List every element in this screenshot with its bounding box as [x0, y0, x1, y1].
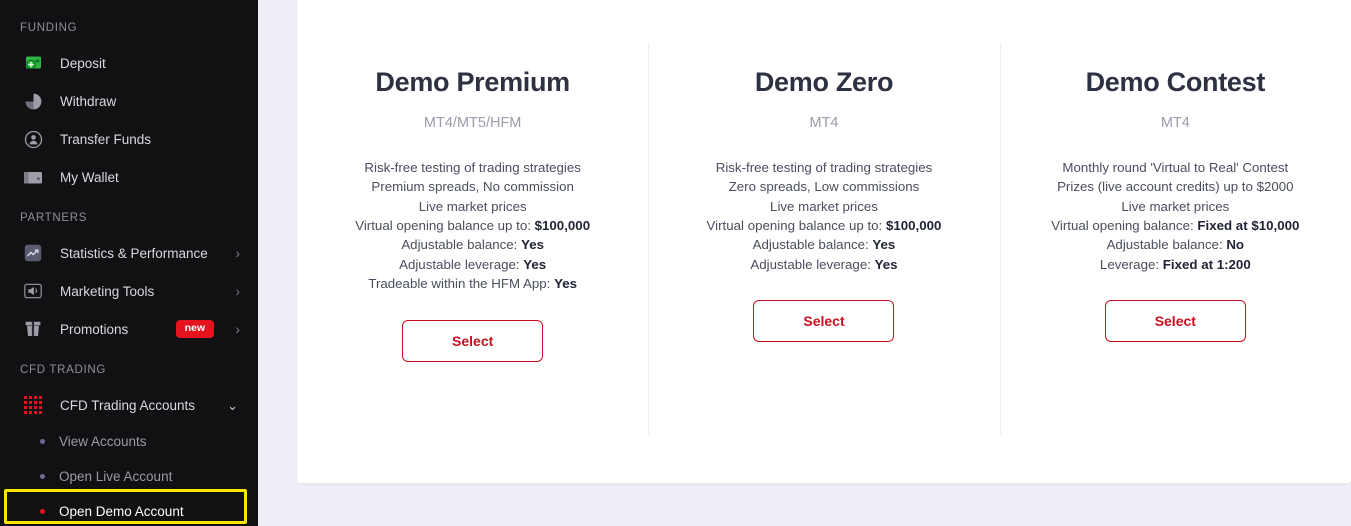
feature-item: Risk-free testing of trading strategies [364, 159, 581, 175]
feature-item: Virtual opening balance up to: $100,000 [355, 217, 591, 233]
select-button[interactable]: Select [402, 319, 544, 362]
sidebar-section-funding-label: FUNDING [20, 22, 78, 34]
gift-icon [20, 318, 46, 340]
sidebar-item-statistics-performance[interactable]: Statistics & Performance › [0, 234, 258, 272]
chevron-right-icon: › [235, 283, 240, 299]
sidebar-section-partners-label: PARTNERS [20, 212, 88, 224]
feature-item: Risk-free testing of trading strategies [715, 159, 933, 175]
feature-item: Prizes (live account credits) up to $200… [1057, 179, 1294, 195]
sidebar-item-label: Withdraw [60, 93, 117, 109]
statistics-icon [20, 242, 46, 264]
feature-item: Monthly round 'Virtual to Real' Contest [1062, 159, 1289, 175]
sidebar-item-label: Promotions [60, 321, 129, 337]
feature-item: Live market prices [770, 198, 878, 214]
withdraw-icon [20, 90, 46, 112]
card-platform: MT4 [809, 114, 839, 131]
sidebar-item-label: Deposit [60, 55, 106, 71]
card-title: Demo Zero [754, 67, 894, 97]
feature-item: Virtual opening balance up to: $100,000 [706, 217, 942, 233]
sidebar-item-label: Marketing Tools [60, 283, 155, 299]
sidebar-item-my-wallet[interactable]: My Wallet [0, 158, 258, 196]
grid-icon [20, 394, 46, 416]
sidebar-item-promotions[interactable]: Promotions new › [0, 310, 258, 348]
account-card-demo-contest: Demo Contest MT4 Monthly round 'Virtual … [999, 0, 1351, 483]
feature-item: Tradeable within the HFM App: Yes [368, 276, 578, 292]
feature-item: Live market prices [418, 198, 527, 214]
sidebar-item-label: CFD Trading Accounts [60, 397, 196, 413]
feature-item: Adjustable balance: Yes [401, 237, 545, 253]
sidebar-section-cfd-trading-label: CFD TRADING [20, 364, 107, 376]
bullet-icon [40, 509, 45, 514]
sidebar-item-marketing-tools[interactable]: Marketing Tools › [0, 272, 258, 310]
account-card-demo-zero: Demo Zero MT4 Risk-free testing of tradi… [648, 0, 999, 483]
feature-item: Leverage: Fixed at 1:200 [1099, 256, 1251, 272]
bullet-icon [40, 439, 45, 444]
sidebar: FUNDING Deposit Withdraw Transfer Funds … [0, 0, 258, 526]
select-button[interactable]: Select [753, 300, 895, 343]
transfer-funds-icon [20, 128, 46, 150]
sidebar-item-withdraw[interactable]: Withdraw [0, 82, 258, 120]
sidebar-subitem-label: View Accounts [59, 434, 147, 449]
sidebar-item-open-demo-account[interactable]: Open Demo Account [0, 494, 258, 526]
feature-item: Virtual opening balance: Fixed at $10,00… [1051, 217, 1300, 233]
account-card-demo-premium: Demo Premium MT4/MT5/HFM Risk-free testi… [297, 0, 648, 483]
chevron-right-icon: › [235, 245, 240, 261]
feature-list: Risk-free testing of trading strategies … [648, 158, 999, 274]
chevron-right-icon: › [235, 321, 240, 337]
feature-item: Adjustable leverage: Yes [399, 256, 547, 272]
deposit-icon [20, 52, 46, 74]
feature-item: Adjustable balance: Yes [752, 237, 896, 253]
select-button[interactable]: Select [1104, 300, 1246, 343]
card-title: Demo Premium [375, 67, 570, 97]
account-card-list: Demo Premium MT4/MT5/HFM Risk-free testi… [297, 0, 1351, 483]
feature-list: Risk-free testing of trading strategies … [297, 158, 648, 294]
status-badge: new [175, 320, 214, 338]
feature-item: Live market prices [1121, 198, 1230, 214]
sidebar-item-label: My Wallet [60, 169, 119, 185]
sidebar-subitem-label: Open Live Account [59, 469, 173, 484]
megaphone-icon [20, 280, 46, 302]
feature-item: Zero spreads, Low commissions [728, 179, 920, 195]
card-platform: MT4/MT5/HFM [423, 114, 522, 131]
feature-item: Adjustable leverage: Yes [750, 256, 898, 272]
sidebar-item-deposit[interactable]: Deposit [0, 44, 258, 82]
sidebar-subitem-label: Open Demo Account [59, 504, 184, 519]
sidebar-item-label: Statistics & Performance [60, 245, 208, 261]
chevron-down-icon: ⌄ [227, 397, 238, 413]
feature-item: Premium spreads, No commission [371, 179, 574, 195]
card-platform: MT4 [1160, 114, 1190, 131]
sidebar-item-transfer-funds[interactable]: Transfer Funds [0, 120, 258, 158]
bullet-icon [40, 474, 45, 479]
card-title: Demo Contest [1085, 67, 1266, 97]
sidebar-item-label: Transfer Funds [60, 131, 152, 147]
sidebar-item-cfd-trading-accounts[interactable]: CFD Trading Accounts ⌄ [0, 386, 258, 424]
sidebar-item-open-live-account[interactable]: Open Live Account [0, 459, 258, 494]
wallet-icon [20, 166, 46, 188]
feature-list: Monthly round 'Virtual to Real' Contest … [1000, 158, 1351, 274]
account-types-panel: Demo Premium MT4/MT5/HFM Risk-free testi… [297, 0, 1351, 483]
feature-item: Adjustable balance: No [1106, 237, 1245, 253]
sidebar-item-view-accounts[interactable]: View Accounts [0, 424, 258, 459]
